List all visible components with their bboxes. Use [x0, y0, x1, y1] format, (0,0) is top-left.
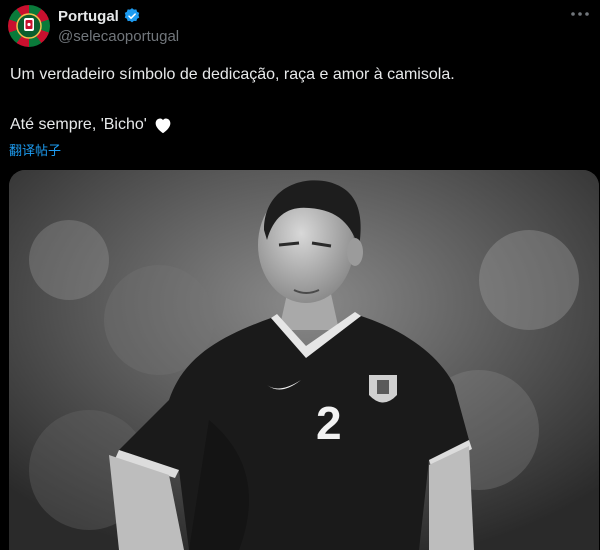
more-options-icon[interactable]	[568, 4, 592, 24]
verified-badge-icon	[123, 7, 141, 25]
tweet-line-2: Até sempre, 'Bicho'	[10, 116, 147, 133]
handle[interactable]: @selecaoportugal	[58, 28, 179, 45]
jersey-number: 2	[316, 397, 342, 449]
avatar[interactable]	[8, 5, 50, 47]
tweet-header: Portugal @selecaoportugal	[0, 0, 600, 56]
name-row: Portugal	[58, 5, 141, 27]
tweet-line-2-row: Até sempre, 'Bicho'	[10, 114, 173, 135]
white-heart-icon	[153, 116, 173, 134]
football-player-photo	[9, 170, 599, 550]
display-name[interactable]: Portugal	[58, 8, 119, 25]
tweet-line-1: Um verdadeiro símbolo de dedicação, raça…	[10, 66, 455, 83]
translate-post-link[interactable]: 翻译帖子	[9, 140, 61, 159]
crest-icon	[16, 13, 42, 39]
tweet-photo[interactable]: 2	[9, 170, 599, 550]
